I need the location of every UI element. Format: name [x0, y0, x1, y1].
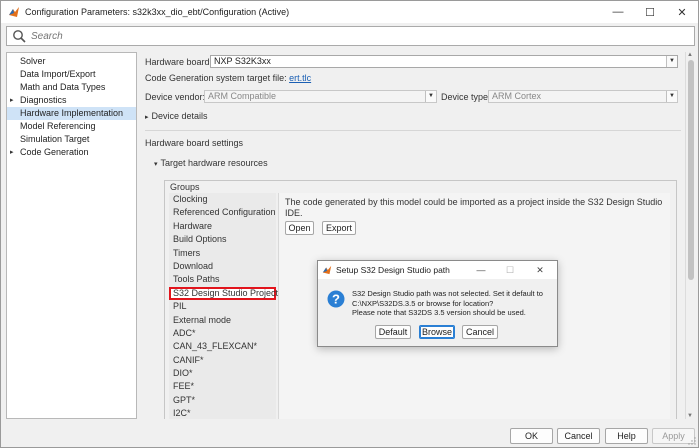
group-item-timers[interactable]: Timers: [169, 247, 276, 260]
close-button[interactable]: ✕: [666, 1, 698, 23]
configuration-parameters-window: Configuration Parameters: s32k3xx_dio_eb…: [0, 0, 699, 448]
help-button[interactable]: Help: [605, 428, 648, 444]
group-item-download[interactable]: Download: [169, 260, 276, 273]
device-vendor-select: ARM Compatible ▼: [204, 90, 437, 103]
title-bar: Configuration Parameters: s32k3xx_dio_eb…: [1, 1, 698, 23]
scroll-up-icon[interactable]: ▲: [687, 52, 693, 58]
dropdown-arrow-icon: ▼: [666, 91, 677, 102]
tree-item-solver[interactable]: Solver: [7, 55, 136, 68]
device-vendor-label: Device vendor:: [145, 92, 206, 102]
dialog-cancel-button[interactable]: Cancel: [462, 325, 498, 339]
group-item-external-mode[interactable]: External mode: [169, 314, 276, 327]
default-button[interactable]: Default: [375, 325, 411, 339]
maximize-button[interactable]: ☐: [634, 1, 666, 23]
window-title: Configuration Parameters: s32k3xx_dio_eb…: [25, 7, 290, 17]
group-item-dio[interactable]: DIO*: [169, 367, 276, 380]
matlab-logo-icon: [322, 265, 332, 275]
device-details-toggle[interactable]: ▸ Device details: [145, 111, 208, 121]
dropdown-arrow-icon: ▼: [425, 91, 436, 102]
setup-path-dialog: Setup S32 Design Studio path — ☐ ✕ ? S32…: [317, 260, 558, 347]
project-description: The code generated by this model could b…: [285, 197, 663, 218]
dialog-minimize-button[interactable]: —: [471, 261, 491, 279]
group-item-i2c[interactable]: I2C*: [169, 407, 276, 419]
group-item-adc[interactable]: ADC*: [169, 327, 276, 340]
search-input[interactable]: [31, 30, 671, 42]
expand-arrow-icon[interactable]: ▸: [10, 94, 14, 107]
question-icon: ?: [327, 290, 345, 308]
scroll-down-icon[interactable]: ▼: [687, 413, 693, 419]
group-item-s32-design-studio-project[interactable]: S32 Design Studio Project: [169, 286, 278, 301]
scrollbar-thumb[interactable]: [688, 60, 694, 280]
svg-text:?: ?: [332, 292, 340, 307]
matlab-logo-icon: [9, 7, 19, 17]
dialog-close-button[interactable]: ✕: [530, 261, 550, 279]
dialog-message: S32 Design Studio path was not selected.…: [352, 289, 543, 317]
minimize-button[interactable]: —: [602, 1, 634, 23]
group-item-hardware[interactable]: Hardware: [169, 220, 276, 233]
groups-label: Groups: [170, 182, 200, 192]
group-item-build-options[interactable]: Build Options: [169, 233, 276, 246]
target-file-link[interactable]: ert.tlc: [289, 73, 311, 83]
tree-item-model-referencing[interactable]: Model Referencing: [7, 120, 136, 133]
resize-grip-icon[interactable]: [688, 437, 696, 445]
vertical-scrollbar[interactable]: ▲ ▼: [685, 52, 695, 419]
search-icon: [13, 30, 26, 43]
search-bar[interactable]: [6, 26, 695, 46]
tree-item-code-generation[interactable]: ▸ Code Generation: [7, 146, 136, 159]
tree-item-simulation-target[interactable]: Simulation Target: [7, 133, 136, 146]
export-button[interactable]: Export: [322, 221, 356, 235]
browse-button[interactable]: Browse: [419, 325, 455, 339]
device-type-label: Device type:: [441, 92, 491, 102]
dialog-maximize-button: ☐: [505, 264, 515, 275]
group-item-fee[interactable]: FEE*: [169, 380, 276, 393]
expand-arrow-icon: ▸: [145, 114, 149, 121]
group-item-referenced-configuration[interactable]: Referenced Configuration: [169, 206, 276, 219]
tree-item-hardware-implementation[interactable]: Hardware Implementation: [7, 107, 136, 120]
group-item-can-43-flexcan[interactable]: CAN_43_FLEXCAN*: [169, 340, 276, 353]
group-item-pil[interactable]: PIL: [169, 300, 276, 313]
expand-arrow-icon[interactable]: ▸: [10, 146, 14, 159]
dialog-title-bar: Setup S32 Design Studio path — ☐ ✕: [318, 261, 557, 279]
group-item-tools-paths[interactable]: Tools Paths: [169, 273, 276, 286]
divider: [145, 130, 681, 131]
collapse-arrow-icon: ▾: [154, 161, 158, 168]
category-tree: Solver Data Import/Export Math and Data …: [6, 52, 137, 419]
tree-item-diagnostics[interactable]: ▸ Diagnostics: [7, 94, 136, 107]
ok-button[interactable]: OK: [510, 428, 553, 444]
dialog-title: Setup S32 Design Studio path: [336, 265, 450, 275]
tree-item-math-and-data-types[interactable]: Math and Data Types: [7, 81, 136, 94]
group-item-gpt[interactable]: GPT*: [169, 394, 276, 407]
groups-list: Clocking Referenced Configuration Hardwa…: [169, 193, 278, 419]
hardware-board-label: Hardware board:: [145, 57, 213, 67]
group-item-clocking[interactable]: Clocking: [169, 193, 276, 206]
target-file-label: Code Generation system target file: ert.…: [145, 73, 312, 83]
device-type-select: ARM Cortex ▼: [488, 90, 678, 103]
board-settings-label: Hardware board settings: [145, 138, 244, 148]
group-item-canif[interactable]: CANIF*: [169, 354, 276, 367]
settings-panel: Hardware board: NXP S32K3xx ▼ Code Gener…: [141, 52, 685, 419]
open-button[interactable]: Open: [285, 221, 314, 235]
dropdown-arrow-icon: ▼: [666, 56, 677, 67]
cancel-button[interactable]: Cancel: [557, 428, 600, 444]
tree-item-data-import-export[interactable]: Data Import/Export: [7, 68, 136, 81]
hardware-board-select[interactable]: NXP S32K3xx ▼: [210, 55, 678, 68]
target-resources-toggle[interactable]: ▾ Target hardware resources: [154, 158, 268, 168]
